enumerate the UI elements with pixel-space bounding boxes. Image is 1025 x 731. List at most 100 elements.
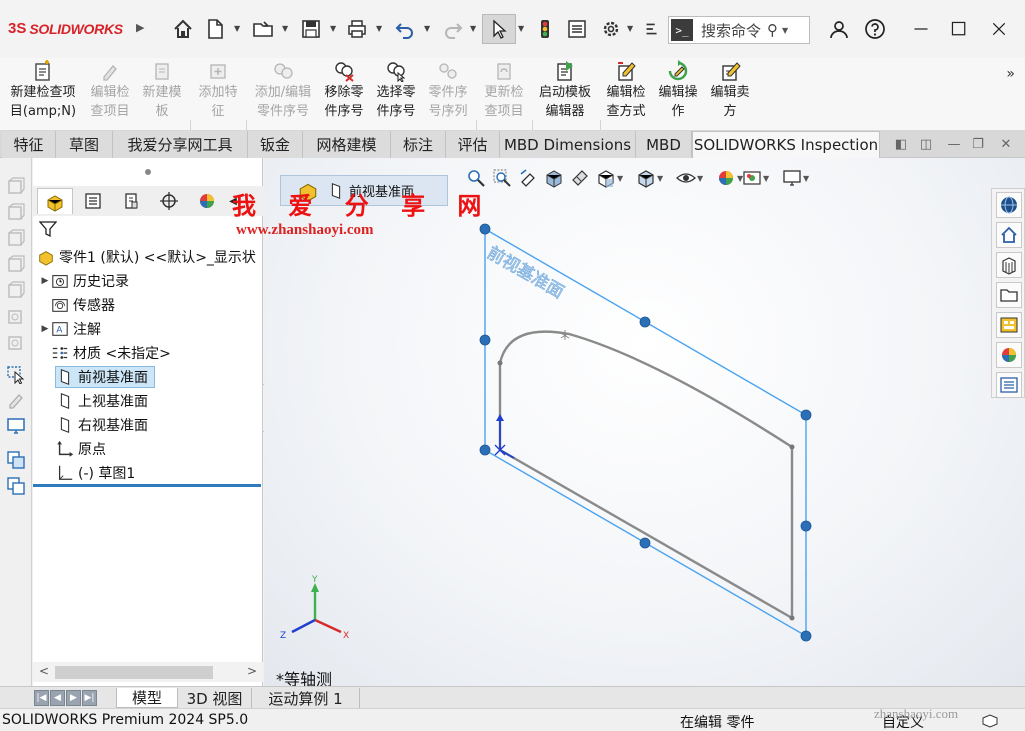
configuration-manager-tab[interactable]	[113, 188, 149, 214]
property-manager-tab[interactable]	[75, 188, 111, 214]
tab-model[interactable]: 模型	[116, 688, 178, 708]
folder-tab[interactable]	[996, 282, 1022, 308]
custom-properties-tab[interactable]	[996, 372, 1022, 398]
minimize-button[interactable]	[908, 16, 934, 42]
remove-balloon-button[interactable]: 移除零 件序号	[320, 58, 368, 130]
update-inspection-project-button[interactable]: 更新检 查项目	[480, 58, 528, 130]
sketch-point[interactable]	[497, 360, 503, 366]
rebuild-status-icon[interactable]	[982, 714, 998, 728]
view-palette-tab[interactable]	[996, 312, 1022, 338]
tree-item-sketch1[interactable]: (-) 草图1	[56, 462, 135, 484]
tab-3d-views[interactable]: 3D 视图	[178, 688, 252, 708]
rollback-bar[interactable]	[33, 484, 261, 487]
edit-inspection-method-button[interactable]: 编辑检 查方式	[602, 58, 650, 130]
new-document-button[interactable]	[202, 14, 228, 44]
options-dropdown-icon[interactable]: ▼	[627, 24, 633, 33]
view-box-icon[interactable]	[6, 280, 26, 300]
home-button[interactable]	[170, 14, 196, 44]
user-account-button[interactable]	[826, 16, 852, 42]
close-button[interactable]	[986, 16, 1012, 42]
print-button[interactable]	[344, 14, 370, 44]
tree-item-annotations[interactable]: ▶ A 注解	[39, 318, 101, 340]
view-box-icon[interactable]	[6, 306, 26, 326]
tree-item-material[interactable]: 材质 <未指定>	[51, 342, 171, 364]
tab-motion-study[interactable]: 运动算例 1	[252, 688, 360, 708]
first-tab-icon[interactable]: |◀	[34, 690, 49, 706]
edit-pencil-icon[interactable]	[6, 390, 26, 410]
tree-item-sensors[interactable]: 传感器	[51, 294, 115, 316]
tree-item-history[interactable]: ▶ 历史记录	[39, 270, 129, 292]
edit-vendors-button[interactable]: 编辑卖 方	[706, 58, 754, 130]
more-commands-chevron-icon[interactable]: »	[1006, 66, 1015, 82]
select-dropdown-icon[interactable]: ▼	[518, 24, 524, 33]
new-template-button[interactable]: 新建模 板	[138, 58, 186, 130]
expand-arrow-icon[interactable]: ▶	[39, 276, 51, 286]
save-button[interactable]	[298, 14, 324, 44]
sketch-bottom-line[interactable]	[499, 448, 793, 620]
add-feature-button[interactable]: 添加特 征	[194, 58, 242, 130]
doc-minimize-icon[interactable]: —	[946, 136, 962, 152]
last-tab-icon[interactable]: ▶|	[82, 690, 97, 706]
copy-view-icon[interactable]	[6, 450, 26, 470]
sketch-point[interactable]	[789, 615, 795, 621]
balloon-sequence-button[interactable]: 零件序 号序列	[424, 58, 472, 130]
tab-pin-icon[interactable]: ◧	[893, 136, 909, 152]
redo-dropdown-icon[interactable]: ▼	[470, 24, 476, 33]
tab-annotation[interactable]: 标注	[391, 131, 446, 158]
paste-view-icon[interactable]	[6, 476, 26, 496]
doc-close-icon[interactable]: ✕	[998, 136, 1014, 152]
design-library-tab[interactable]	[996, 222, 1022, 248]
redo-button[interactable]	[440, 14, 466, 44]
launch-template-editor-button[interactable]: 启动模板 编辑器	[534, 58, 596, 130]
tab-share-tools[interactable]: 我爱分享网工具	[113, 131, 248, 158]
edit-inspection-project-button[interactable]: 编辑检 查项目	[86, 58, 134, 130]
customize-button[interactable]	[642, 14, 662, 44]
tab-mesh-modeling[interactable]: 网格建模	[303, 131, 391, 158]
tree-item-top-plane[interactable]: 上视基准面	[56, 390, 148, 412]
file-explorer-tab[interactable]	[996, 252, 1022, 278]
undo-button[interactable]	[392, 14, 418, 44]
tree-item-front-plane[interactable]: 前视基准面	[55, 366, 155, 388]
tree-root-part[interactable]: 零件1 (默认) <<默认>_显示状	[37, 246, 256, 268]
view-box-icon[interactable]	[6, 332, 26, 352]
options-button[interactable]	[598, 14, 624, 44]
search-icon[interactable]: ⚲	[767, 21, 778, 39]
maximize-button[interactable]	[946, 16, 972, 42]
tab-evaluate[interactable]: 评估	[446, 131, 500, 158]
save-dropdown-icon[interactable]: ▼	[330, 24, 336, 33]
next-tab-icon[interactable]: ▶	[66, 690, 81, 706]
view-box-icon[interactable]	[6, 254, 26, 274]
undo-dropdown-icon[interactable]: ▼	[424, 24, 430, 33]
sketch-point[interactable]	[789, 444, 795, 450]
sketch-arc[interactable]	[498, 330, 793, 449]
tree-item-right-plane[interactable]: 右视基准面	[56, 414, 148, 436]
edit-operations-button[interactable]: 编辑操 作	[654, 58, 702, 130]
select-balloon-button[interactable]: 选择零 件序号	[372, 58, 420, 130]
axis-triad[interactable]: Y X Z	[280, 575, 349, 641]
filter-icon[interactable]	[39, 220, 57, 238]
rebuild-button[interactable]	[534, 14, 556, 44]
new-dropdown-icon[interactable]: ▼	[234, 24, 240, 33]
graphics-area[interactable]: ▼ ▼ ▼ ▼ ▼ ▼ 前视基准面 Y X Z	[264, 158, 1025, 686]
appearances-tab[interactable]	[996, 342, 1022, 368]
display-manager-tab[interactable]	[189, 188, 225, 214]
prev-tab-icon[interactable]: ◀	[50, 690, 65, 706]
select-entities-icon[interactable]	[6, 364, 26, 384]
new-inspection-project-button[interactable]: 新建检查项 目(amp;N)	[4, 58, 82, 130]
doc-restore-icon[interactable]: ❐	[970, 136, 986, 152]
view-box-icon[interactable]	[6, 176, 26, 196]
view-box-icon[interactable]	[6, 202, 26, 222]
front-plane-outline[interactable]	[484, 227, 807, 638]
expand-arrow-icon[interactable]: ▶	[39, 324, 51, 334]
tab-sheet-metal[interactable]: 钣金	[248, 131, 303, 158]
open-dropdown-icon[interactable]: ▼	[282, 24, 288, 33]
feature-manager-tab[interactable]	[37, 188, 73, 214]
add-edit-balloon-button[interactable]: 添加/编辑 零件序号	[250, 58, 316, 130]
solidworks-resources-tab[interactable]	[996, 192, 1022, 218]
view-box-icon[interactable]	[6, 228, 26, 248]
search-dropdown-icon[interactable]: ▼	[782, 26, 788, 35]
scroll-thumb[interactable]	[55, 666, 213, 679]
display-monitor-icon[interactable]	[6, 416, 26, 436]
solidworks-logo[interactable]: 3S SOLIDWORKS	[8, 20, 123, 37]
panel-grip-icon[interactable]	[144, 168, 152, 176]
